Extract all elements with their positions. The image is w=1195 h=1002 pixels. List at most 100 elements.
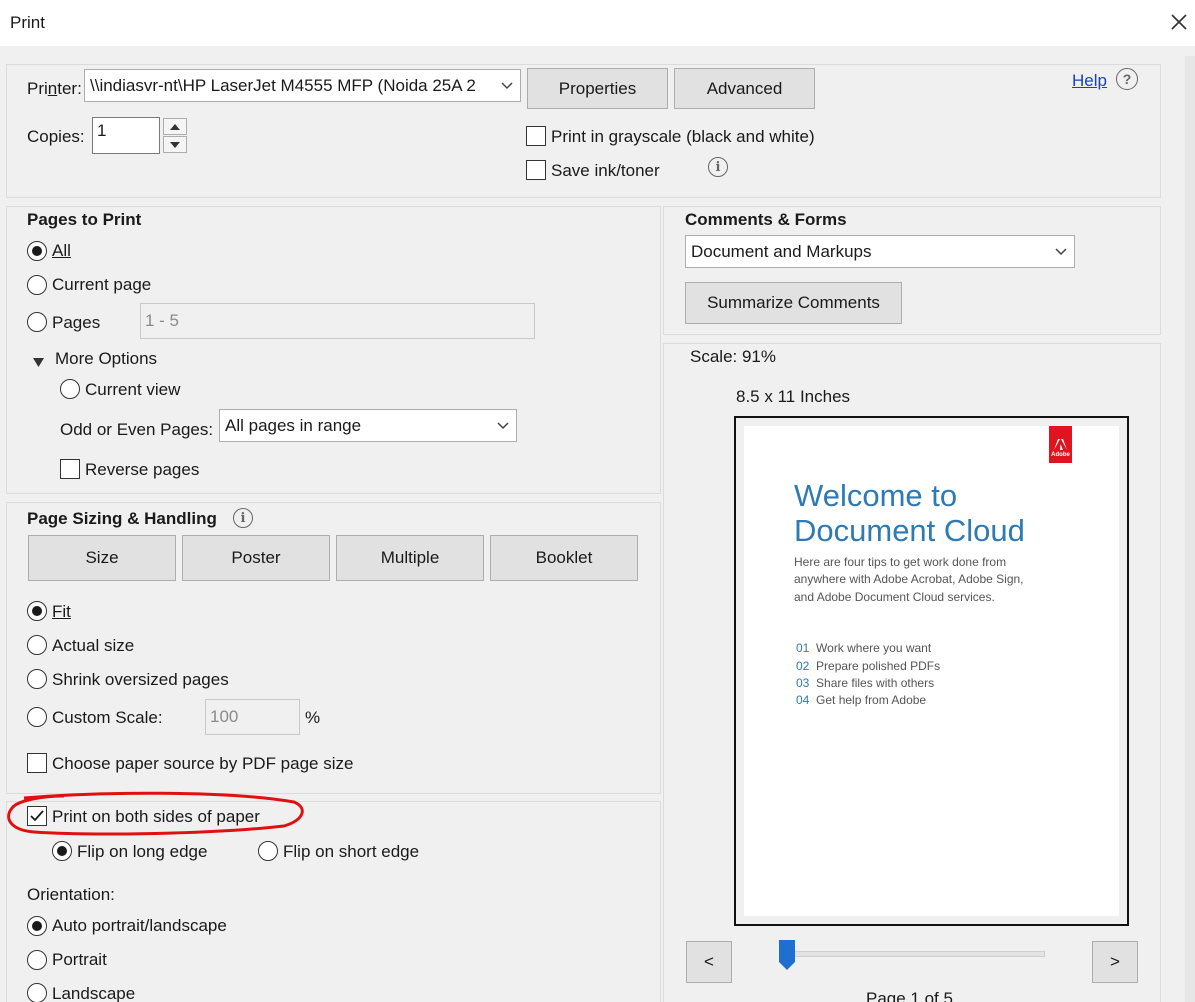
scale-label: Scale: 91% (690, 347, 776, 366)
short-edge-radio[interactable] (258, 841, 278, 861)
reverse-pages-checkbox[interactable] (60, 459, 80, 479)
info-icon[interactable]: i (233, 508, 253, 528)
save-ink-checkbox[interactable] (526, 160, 546, 180)
current-page-radio[interactable] (27, 275, 47, 295)
next-page-button[interactable]: > (1092, 941, 1138, 983)
next-page-label: > (1110, 952, 1120, 971)
highlight-ring (7, 791, 304, 836)
portrait-label: Portrait (52, 950, 107, 969)
copies-up-button[interactable] (163, 118, 187, 135)
grayscale-checkbox[interactable] (526, 126, 546, 146)
long-edge-radio[interactable] (52, 841, 72, 861)
auto-orientation-radio[interactable] (27, 916, 47, 936)
tab-multiple[interactable]: Multiple (336, 535, 484, 581)
comments-select-value: Document and Markups (691, 241, 872, 261)
pages-label: Pages (52, 313, 101, 332)
tab-booklet[interactable]: Booklet (490, 535, 638, 581)
doc-intro-line: anywhere with Adobe Acrobat, Adobe Sign, (794, 572, 1024, 586)
odd-even-value: All pages in range (225, 415, 362, 435)
doc-intro-line: and Adobe Document Cloud services. (794, 590, 995, 604)
advanced-button[interactable]: Advanced (674, 68, 815, 109)
all-label: All (52, 241, 71, 260)
long-edge-label: Flip on long edge (77, 842, 208, 861)
page-sizing-heading: Page Sizing & Handling (27, 509, 217, 528)
page-slider-thumb[interactable] (779, 940, 795, 970)
triangle-down-icon[interactable] (33, 352, 44, 372)
chevron-down-icon (490, 410, 516, 441)
tip-number: 03 (796, 676, 810, 690)
save-ink-label: Save ink/toner (551, 161, 660, 180)
all-radio[interactable] (27, 241, 47, 261)
current-view-label: Current view (85, 380, 181, 399)
paper-size-label: 8.5 x 11 Inches (736, 387, 851, 406)
actual-size-label: Actual size (52, 636, 135, 655)
scrollbar[interactable] (1185, 56, 1195, 1002)
comments-select[interactable]: Document and Markups (685, 235, 1075, 268)
copies-input[interactable]: 1 (92, 117, 160, 154)
current-view-radio[interactable] (60, 379, 80, 399)
pages-range-input[interactable]: 1 - 5 (140, 303, 535, 339)
short-edge-label: Flip on short edge (283, 842, 420, 861)
paper-source-label: Choose paper source by PDF page size (52, 754, 354, 773)
adobe-logo: Adobe (1049, 426, 1072, 463)
actual-size-radio[interactable] (27, 635, 47, 655)
doc-tip: 02 Prepare polished PDFs (796, 658, 940, 675)
summarize-comments-button[interactable]: Summarize Comments (685, 282, 902, 324)
properties-button[interactable]: Properties (527, 68, 668, 109)
close-icon[interactable] (1165, 8, 1193, 36)
tip-text: Share files with others (816, 676, 935, 690)
pages-radio[interactable] (27, 312, 47, 332)
pages-to-print-heading: Pages to Print (27, 210, 142, 229)
tip-text: Get help from Adobe (816, 693, 927, 707)
fit-radio[interactable] (27, 601, 47, 621)
tip-number: 02 (796, 659, 810, 673)
portrait-radio[interactable] (27, 950, 47, 970)
prev-page-button[interactable]: < (686, 941, 732, 983)
landscape-radio[interactable] (27, 983, 47, 1002)
help-icon[interactable]: ? (1116, 68, 1138, 90)
prev-page-label: < (704, 952, 714, 971)
help-link[interactable]: Help (1072, 71, 1107, 91)
landscape-label: Landscape (52, 984, 136, 1002)
custom-scale-label: Custom Scale: (52, 708, 163, 727)
orientation-label: Orientation: (27, 885, 115, 904)
advanced-label: Advanced (706, 78, 783, 98)
copies-down-button[interactable] (163, 136, 187, 153)
grayscale-label: Print in grayscale (black and white) (551, 127, 815, 146)
window-title: Print (10, 13, 45, 32)
tip-number: 04 (796, 693, 810, 707)
doc-title-line1: Welcome to (794, 478, 958, 513)
tab-size[interactable]: Size (28, 535, 176, 581)
doc-intro-line: Here are four tips to get work done from (794, 555, 1007, 569)
tip-text: Work where you want (816, 641, 932, 655)
odd-even-select[interactable]: All pages in range (219, 409, 517, 442)
printer-label: Printer: (27, 79, 82, 98)
tip-text: Prepare polished PDFs (816, 659, 941, 673)
printer-select-value: \\indiasvr-nt\HP LaserJet M4555 MFP (Noi… (90, 75, 476, 95)
page-slider-track[interactable] (787, 951, 1045, 957)
chevron-down-icon (1048, 236, 1074, 267)
custom-scale-radio[interactable] (27, 707, 47, 727)
info-icon[interactable]: i (708, 157, 728, 177)
printer-select[interactable]: \\indiasvr-nt\HP LaserJet M4555 MFP (Noi… (84, 69, 521, 102)
shrink-radio[interactable] (27, 669, 47, 689)
current-page-label: Current page (52, 275, 152, 294)
properties-label: Properties (558, 78, 637, 98)
reverse-pages-label: Reverse pages (85, 460, 200, 479)
fit-label: Fit (52, 602, 71, 621)
doc-tip: 03 Share files with others (796, 675, 934, 692)
copies-label: Copies: (27, 127, 85, 146)
auto-orientation-label: Auto portrait/landscape (52, 916, 227, 935)
percent-label: % (305, 708, 321, 727)
tip-number: 01 (796, 641, 810, 655)
adobe-logo-text: Adobe (1051, 452, 1070, 458)
odd-even-label: Odd or Even Pages: (60, 420, 214, 439)
title-bar (0, 0, 1195, 46)
tab-poster[interactable]: Poster (182, 535, 330, 581)
summarize-comments-label: Summarize Comments (707, 293, 880, 312)
tab-size-label: Size (85, 548, 119, 567)
comments-forms-heading: Comments & Forms (685, 210, 847, 229)
custom-scale-input[interactable]: 100 (205, 699, 300, 735)
more-options-label[interactable]: More Options (55, 349, 157, 369)
paper-source-checkbox[interactable] (27, 753, 47, 773)
